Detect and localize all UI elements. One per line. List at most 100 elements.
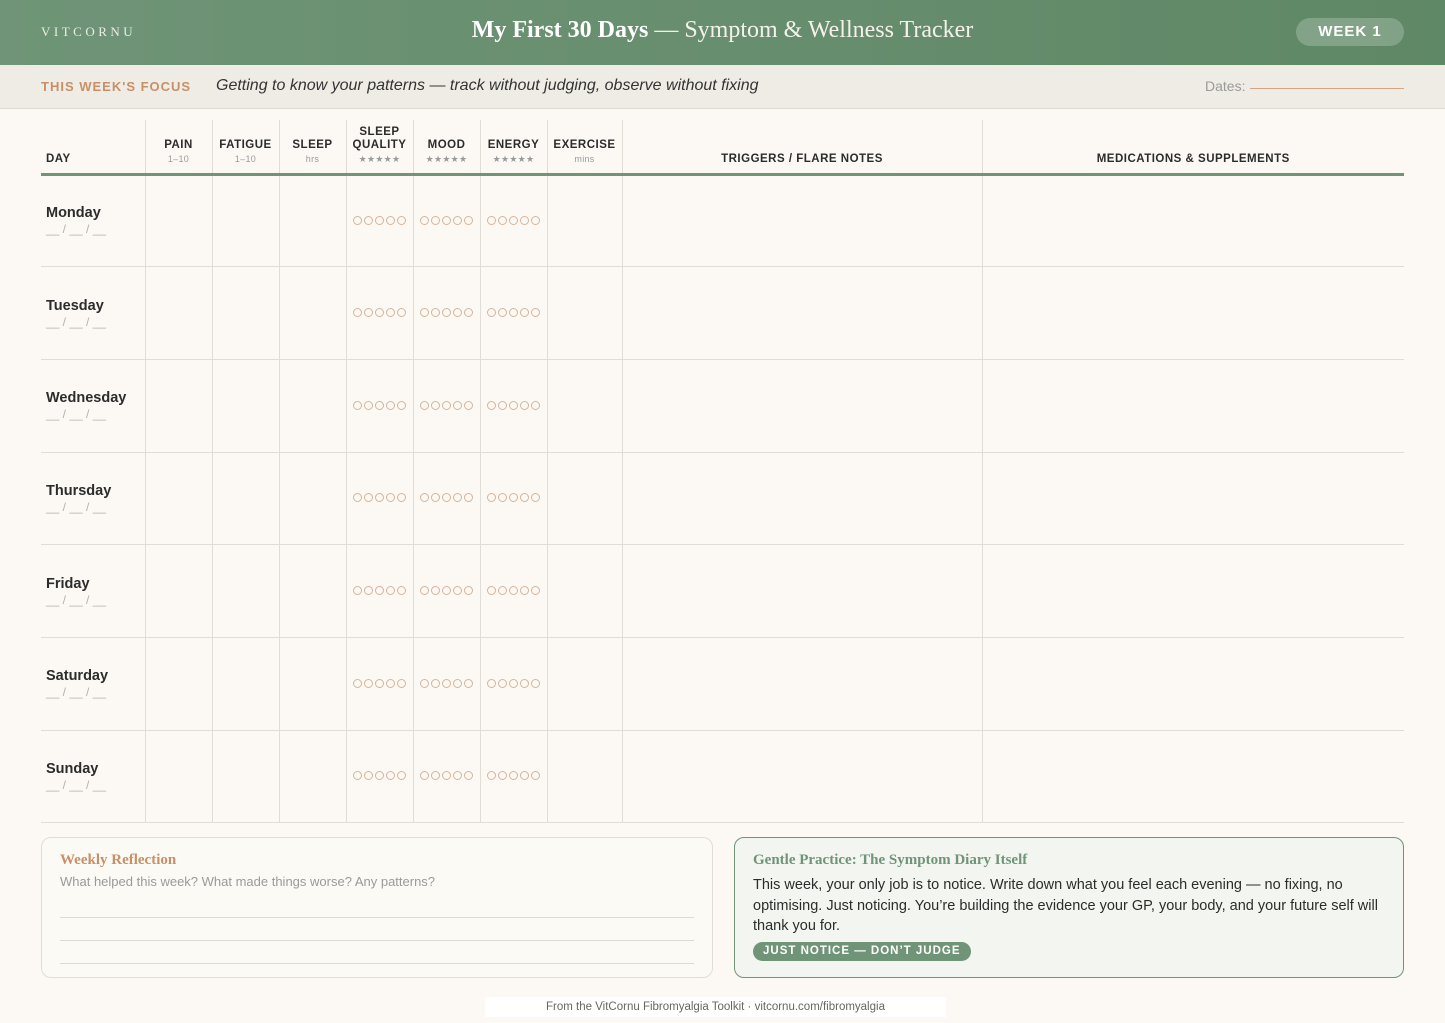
rating-circle[interactable] <box>375 215 384 225</box>
day-date[interactable]: __ / __ / __ <box>46 593 145 607</box>
rating-circle[interactable] <box>397 771 406 781</box>
entry-cell[interactable] <box>981 359 1404 453</box>
day-date[interactable]: __ / __ / __ <box>46 685 145 699</box>
entry-cell[interactable] <box>144 544 212 638</box>
rating-circle[interactable] <box>498 678 507 688</box>
rating-circle[interactable] <box>386 493 395 503</box>
entry-cell[interactable] <box>546 637 622 731</box>
rating-circle[interactable] <box>353 771 362 781</box>
rating-circle[interactable] <box>453 308 462 318</box>
rating-circle[interactable] <box>487 771 496 781</box>
rating-circle[interactable] <box>364 215 373 225</box>
rating-circle[interactable] <box>453 586 462 596</box>
rating-circle[interactable] <box>442 400 451 410</box>
rating-circle[interactable] <box>509 215 518 225</box>
rating-circle[interactable] <box>397 493 406 503</box>
entry-cell[interactable] <box>546 730 622 824</box>
rating-circle[interactable] <box>509 400 518 410</box>
rating-circle[interactable] <box>453 771 462 781</box>
reflection-line[interactable] <box>60 917 694 918</box>
rating-circle[interactable] <box>498 771 507 781</box>
rating-circle[interactable] <box>487 400 496 410</box>
rating-circle[interactable] <box>386 586 395 596</box>
rating-circle[interactable] <box>386 215 395 225</box>
rating-circle[interactable] <box>375 400 384 410</box>
rating-circle[interactable] <box>364 586 373 596</box>
rating-circle[interactable] <box>442 586 451 596</box>
entry-cell[interactable] <box>144 452 212 546</box>
rating-circle[interactable] <box>397 308 406 318</box>
entry-cell[interactable] <box>211 452 279 546</box>
rating-circle[interactable] <box>420 586 429 596</box>
rating-circle[interactable] <box>442 771 451 781</box>
rating-circle[interactable] <box>353 308 362 318</box>
entry-cell[interactable] <box>278 637 346 731</box>
rating-circle[interactable] <box>531 771 540 781</box>
entry-cell[interactable] <box>981 452 1404 546</box>
rating-circle[interactable] <box>498 493 507 503</box>
rating-circle[interactable] <box>386 678 395 688</box>
rating-circle[interactable] <box>431 678 440 688</box>
entry-cell[interactable] <box>144 174 212 268</box>
day-date[interactable]: __ / __ / __ <box>46 778 145 792</box>
rating-circle[interactable] <box>464 678 473 688</box>
entry-cell[interactable] <box>144 359 212 453</box>
rating-circle[interactable] <box>364 678 373 688</box>
rating-circle[interactable] <box>442 493 451 503</box>
rating-circle[interactable] <box>375 586 384 596</box>
entry-cell[interactable] <box>211 174 279 268</box>
rating-circle[interactable] <box>353 493 362 503</box>
entry-cell[interactable] <box>144 266 212 360</box>
entry-cell[interactable] <box>981 174 1404 268</box>
rating-circle[interactable] <box>531 308 540 318</box>
rating-circle[interactable] <box>364 493 373 503</box>
rating-circle[interactable] <box>397 586 406 596</box>
rating-circle[interactable] <box>353 215 362 225</box>
entry-cell[interactable] <box>278 544 346 638</box>
entry-cell[interactable] <box>144 637 212 731</box>
rating-circle[interactable] <box>464 771 473 781</box>
rating-circle[interactable] <box>520 308 529 318</box>
entry-cell[interactable] <box>981 544 1404 638</box>
rating-circle[interactable] <box>420 678 429 688</box>
rating-circle[interactable] <box>375 493 384 503</box>
entry-cell[interactable] <box>211 637 279 731</box>
rating-circle[interactable] <box>375 308 384 318</box>
rating-circle[interactable] <box>464 308 473 318</box>
rating-circle[interactable] <box>520 771 529 781</box>
rating-circle[interactable] <box>531 215 540 225</box>
rating-circle[interactable] <box>520 493 529 503</box>
rating-circle[interactable] <box>386 400 395 410</box>
day-date[interactable]: __ / __ / __ <box>46 315 145 329</box>
rating-circle[interactable] <box>487 215 496 225</box>
entry-cell[interactable] <box>546 359 622 453</box>
entry-cell[interactable] <box>546 174 622 268</box>
rating-circle[interactable] <box>509 493 518 503</box>
rating-circle[interactable] <box>386 771 395 781</box>
rating-circle[interactable] <box>375 678 384 688</box>
rating-circle[interactable] <box>464 493 473 503</box>
rating-circle[interactable] <box>375 771 384 781</box>
rating-circle[interactable] <box>431 586 440 596</box>
rating-circle[interactable] <box>353 678 362 688</box>
rating-circle[interactable] <box>520 678 529 688</box>
rating-circle[interactable] <box>453 678 462 688</box>
reflection-line[interactable] <box>60 940 694 941</box>
rating-circle[interactable] <box>420 308 429 318</box>
entry-cell[interactable] <box>211 359 279 453</box>
rating-circle[interactable] <box>531 678 540 688</box>
entry-cell[interactable] <box>278 730 346 824</box>
dates-input-line[interactable] <box>1250 88 1404 89</box>
rating-circle[interactable] <box>431 400 440 410</box>
rating-circle[interactable] <box>364 308 373 318</box>
entry-cell[interactable] <box>981 730 1404 824</box>
rating-circle[interactable] <box>442 678 451 688</box>
entry-cell[interactable] <box>621 359 982 453</box>
rating-circle[interactable] <box>453 493 462 503</box>
day-date[interactable]: __ / __ / __ <box>46 407 145 421</box>
rating-circle[interactable] <box>453 400 462 410</box>
entry-cell[interactable] <box>211 730 279 824</box>
rating-circle[interactable] <box>487 678 496 688</box>
entry-cell[interactable] <box>211 544 279 638</box>
rating-circle[interactable] <box>509 678 518 688</box>
